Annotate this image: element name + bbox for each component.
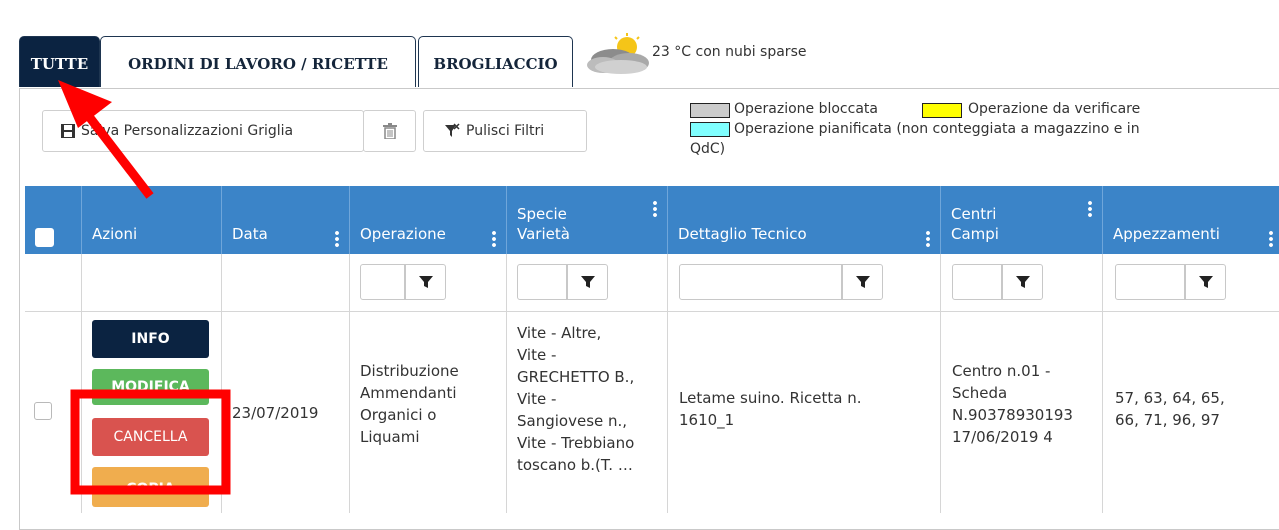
annotation-overlay — [58, 80, 231, 495]
annotation-arrow — [58, 80, 154, 199]
annotation-highlight-box — [70, 389, 231, 495]
